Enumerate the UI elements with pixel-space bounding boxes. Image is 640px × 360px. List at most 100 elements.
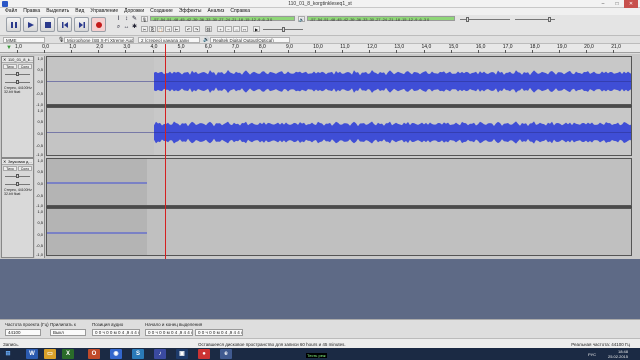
output-device-select[interactable]: Realtek Digital Output(Optical) [210,37,290,43]
opera-icon[interactable]: O [88,349,100,359]
ruler-tick [179,50,181,53]
minimize-button[interactable]: – [596,0,610,8]
record-meter-icon[interactable]: 🎙 [141,16,148,22]
envelope-tool-icon[interactable]: ↕ [123,16,130,23]
menu-analyze[interactable]: Анализ [204,8,227,15]
fit-selection-icon[interactable]: ⇔ [233,26,240,32]
play-speed-knob[interactable] [282,27,285,32]
skype-icon[interactable]: S [132,349,144,359]
close-track-icon[interactable]: ✕ [3,57,6,62]
solo-button[interactable]: Соло [18,64,32,69]
draw-tool-icon[interactable]: ✎ [131,16,138,23]
track-control-panel[interactable]: ✕ Звуковая д... Тихо Соло Стерео, 44100H… [1,158,34,258]
play-at-speed-icon[interactable]: ▶ [253,26,260,32]
menu-edit[interactable]: Правка [20,8,43,15]
excel-icon[interactable]: X [62,349,74,359]
mute-button[interactable]: Тихо [3,64,17,69]
playback-volume-knob[interactable] [548,17,551,22]
menu-help[interactable]: Справка [227,8,253,15]
menu-select[interactable]: Выделить [43,8,72,15]
input-device-select[interactable]: Microphone (SB X-Fi Xtreme Audi [64,37,134,43]
skip-end-button[interactable] [74,17,89,32]
app-taskbar-icon[interactable]: ▣ [176,349,188,359]
project-rate-select[interactable]: 44100 [5,329,41,336]
audio-host-select[interactable]: MME [3,37,45,43]
waveform-left-channel[interactable] [46,56,632,105]
cut-icon[interactable]: ✂ [141,26,148,32]
waveform-right-channel[interactable] [46,208,632,256]
zoom-in-icon[interactable]: + [217,26,224,32]
menu-effect[interactable]: Эффекты [176,8,205,15]
scale-label: -1,0 [36,102,43,107]
track-name-menu[interactable]: ✕ 110_01_8_k... [2,57,33,63]
track-control-panel[interactable]: ✕ 110_01_8_k... Тихо Соло Стерео, 44100H… [1,56,34,158]
menu-file[interactable]: Файл [2,8,20,15]
menu-generate[interactable]: Создание [147,8,176,15]
track-name: 110_01_8_k... [8,57,34,62]
media-taskbar-icon[interactable]: ● [198,349,210,359]
mute-button[interactable]: Тихо [3,166,17,171]
selection-start-field[interactable]: 0 0 ч 0 0 м 0 4 ,9 4 4 с [145,329,193,336]
audio-position-label: Позиция аудио [92,322,124,327]
menu-view[interactable]: Вид [72,8,87,15]
pause-icon [10,21,17,28]
pause-button[interactable] [6,17,21,32]
gain-slider[interactable] [2,172,33,180]
selection-toolbar: Частота проекта (Гц) 44100 Прилипать к В… [0,319,640,338]
timeline-ruler[interactable]: ▼ 1,0 0,0 1,0 2,0 3,0 4,0 5,0 6,0 7,0 8,0 9,0 10,0 1… [0,44,640,53]
trim-icon[interactable]: ⊣ [165,26,172,32]
copy-icon[interactable]: ⎘ [149,26,156,32]
windows-start-icon[interactable]: ⊞ [2,349,14,359]
maximize-button[interactable]: □ [610,0,624,8]
browser-taskbar-icon[interactable]: e [220,349,232,359]
redo-icon[interactable]: ↷ [193,26,200,32]
stop-button[interactable] [40,17,55,32]
ruler-tick [369,50,371,53]
audacity-taskbar-icon[interactable]: ♪ [154,349,166,359]
word-icon[interactable]: W [26,349,38,359]
file-explorer-icon[interactable]: ▭ [44,349,56,359]
silence-icon[interactable]: ⊢ [173,26,180,32]
selection-end-field[interactable]: 0 0 ч 0 0 м 0 4 ,9 4 4 с [195,329,243,336]
snap-to-select[interactable]: Выкл [50,329,86,336]
close-track-icon[interactable]: ✕ [3,159,6,164]
input-channels-select[interactable]: 2 (стерео) канала запи [138,37,200,43]
pin-play-head-icon[interactable]: ▼ [6,45,12,51]
record-meter[interactable]: -57 -54 -51 -48 -45 -42 -39 -36 -33 -30 … [150,16,295,22]
recording-volume-knob[interactable] [466,17,469,22]
undo-icon[interactable]: ↶ [185,26,192,32]
system-clock[interactable]: 18:48 25.02.2015 [608,349,628,359]
pan-slider[interactable] [2,78,33,86]
language-indicator[interactable]: РУС [588,352,596,357]
skip-start-button[interactable] [57,17,72,32]
pan-slider[interactable] [2,180,33,188]
multi-tool-icon[interactable]: ✱ [131,24,138,31]
track-name-menu[interactable]: ✕ Звуковая д... [2,159,33,165]
play-button[interactable] [23,17,38,32]
ruler-tick [233,50,235,53]
selection-tool-icon[interactable]: I [115,16,122,23]
play-meter[interactable]: -57 -54 -51 -48 -45 -42 -39 -36 -33 -30 … [307,16,455,22]
empty-track-area[interactable] [0,259,640,319]
tracks-area: ✕ 110_01_8_k... Тихо Соло Стерео, 44100H… [0,54,640,259]
timeshift-tool-icon[interactable]: ↔ [123,24,130,31]
gain-slider[interactable] [2,70,33,78]
snap-to-label: Прилипать к [50,322,76,327]
fit-project-icon[interactable]: ⇿ [241,26,248,32]
taskbar-tooltip: Тесть реж [306,353,327,358]
zoom-out-icon[interactable]: − [225,26,232,32]
menu-transport[interactable]: Управление [87,8,121,15]
close-button[interactable]: ✕ [624,0,638,8]
record-button[interactable] [91,17,106,32]
menu-tracks[interactable]: Дорожки [121,8,147,15]
play-meter-icon[interactable]: 🔊 [298,16,305,22]
waveform-right-channel[interactable] [46,107,632,156]
waveform-left-channel[interactable] [46,158,632,206]
scale-label: 1,0 [37,158,43,163]
solo-button[interactable]: Соло [18,166,32,171]
audio-position-field[interactable]: 0 0 ч 0 0 м 0 4 ,9 4 4 с [92,329,140,336]
sync-lock-icon[interactable]: ⛓ [205,26,212,32]
paste-icon[interactable]: 📋 [157,26,164,32]
zoom-tool-icon[interactable]: ⌕ [115,24,122,31]
chrome-icon[interactable]: ◉ [110,349,122,359]
